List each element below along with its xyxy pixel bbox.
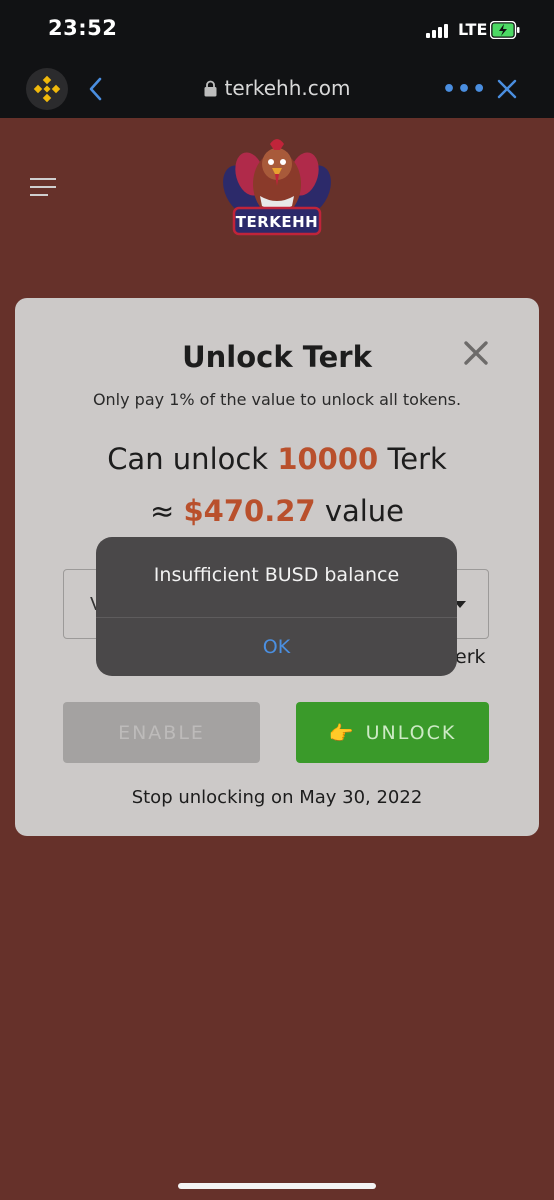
modal-subtitle: Only pay 1% of the value to unlock all t…	[92, 390, 462, 409]
value-line: ≈ $470.27 value	[149, 494, 405, 528]
browser-bar: terkehh.com •••	[0, 62, 554, 118]
home-indicator[interactable]	[178, 1183, 376, 1189]
lock-icon	[204, 80, 217, 97]
alert-message: Insufficient BUSD balance	[153, 564, 400, 586]
alert-ok-button[interactable]: OK	[96, 618, 457, 676]
modal-title: Unlock Terk	[182, 340, 372, 374]
menu-icon[interactable]	[30, 178, 56, 196]
unlock-amount: 10000	[277, 442, 379, 476]
close-icon[interactable]	[463, 340, 489, 366]
balance-label: erk	[455, 646, 486, 668]
insufficient-balance-alert: Insufficient BUSD balance OK	[96, 537, 457, 676]
url-text: terkehh.com	[224, 76, 351, 100]
enable-button[interactable]: ENABLE	[63, 702, 260, 763]
more-options-icon[interactable]: •••	[442, 77, 487, 102]
status-time: 23:52	[48, 16, 118, 40]
page-content: TERKEHH Unlock Terk Only pay 1% of the v…	[0, 118, 554, 1200]
network-label: LTE	[458, 20, 488, 39]
pointing-hand-icon: 👉	[328, 720, 354, 745]
logo-wordmark: TERKEHH	[236, 213, 319, 231]
status-bar: 23:52 LTE	[0, 0, 554, 62]
stop-unlock-date: Stop unlocking on May 30, 2022	[131, 787, 423, 808]
battery-charging-icon	[490, 21, 520, 39]
value-amount: $470.27	[183, 494, 316, 528]
signal-icon	[426, 24, 452, 38]
unlock-amount-line: Can unlock 10000 Terk	[107, 442, 447, 476]
close-browser-icon[interactable]	[496, 78, 518, 100]
terkehh-logo: TERKEHH	[223, 139, 331, 236]
unlock-button[interactable]: 👉 UNLOCK	[296, 702, 489, 763]
